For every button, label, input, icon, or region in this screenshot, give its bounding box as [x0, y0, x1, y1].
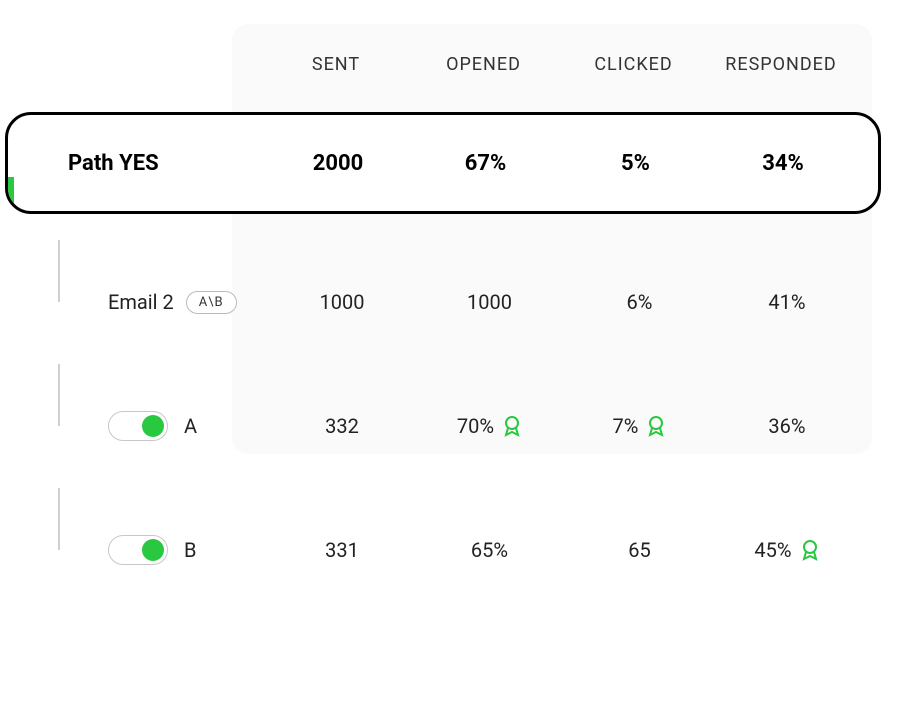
- variant-a-toggle[interactable]: [108, 411, 168, 441]
- variant-b-label: B: [184, 538, 196, 562]
- variant-b-toggle[interactable]: [108, 535, 168, 565]
- variant-b-responded-cell: 45%: [712, 538, 862, 562]
- variant-b-sent-value: 331: [272, 538, 412, 562]
- path-clicked-value: 5%: [563, 151, 708, 176]
- variant-a-opened-cell: 70%: [412, 414, 567, 438]
- tree-connector: [58, 488, 60, 550]
- data-rows: Email 2 A\B 1000 1000 6% 41% A 332 70%: [32, 240, 860, 612]
- variant-a-clicked-value: 7%: [613, 414, 639, 438]
- email-responded-value: 41%: [712, 290, 862, 314]
- tree-connector: [58, 364, 60, 426]
- path-responded-value: 34%: [708, 151, 858, 176]
- email-sent-value: 1000: [272, 290, 412, 314]
- variant-b-clicked-value: 65: [567, 538, 712, 562]
- header-sent: SENT: [266, 54, 406, 75]
- variant-a-clicked-cell: 7%: [567, 414, 712, 438]
- toggle-knob: [142, 539, 164, 561]
- path-label: Path YES: [8, 151, 268, 176]
- variant-a-group: A: [32, 411, 272, 441]
- award-icon: [502, 414, 522, 438]
- email-label-group: Email 2 A\B: [32, 290, 272, 314]
- email-label: Email 2: [108, 290, 174, 314]
- variant-a-sent-value: 332: [272, 414, 412, 438]
- ab-test-badge: A\B: [186, 291, 237, 314]
- tree-connector: [58, 240, 60, 302]
- variant-b-group: B: [32, 535, 272, 565]
- variant-b-opened-value: 65%: [412, 538, 567, 562]
- header-responded: RESPONDED: [706, 54, 856, 75]
- variant-b-row[interactable]: B 331 65% 65 45%: [32, 488, 860, 612]
- toggle-knob: [142, 415, 164, 437]
- stats-table: SENT OPENED CLICKED RESPONDED: [26, 24, 886, 95]
- award-icon: [646, 414, 666, 438]
- email-row[interactable]: Email 2 A\B 1000 1000 6% 41%: [32, 240, 860, 364]
- path-opened-value: 67%: [408, 151, 563, 176]
- award-icon: [800, 538, 820, 562]
- variant-a-opened-value: 70%: [457, 414, 494, 438]
- table-header-row: SENT OPENED CLICKED RESPONDED: [26, 24, 886, 95]
- variant-a-label: A: [184, 414, 197, 438]
- path-summary-row[interactable]: Path YES 2000 67% 5% 34%: [5, 112, 881, 214]
- email-opened-value: 1000: [412, 290, 567, 314]
- header-clicked: CLICKED: [561, 54, 706, 75]
- header-empty: [26, 54, 266, 75]
- path-sent-value: 2000: [268, 151, 408, 176]
- variant-a-row[interactable]: A 332 70% 7% 36%: [32, 364, 860, 488]
- header-opened: OPENED: [406, 54, 561, 75]
- variant-b-responded-value: 45%: [754, 538, 791, 562]
- email-clicked-value: 6%: [567, 290, 712, 314]
- variant-a-responded-value: 36%: [712, 414, 862, 438]
